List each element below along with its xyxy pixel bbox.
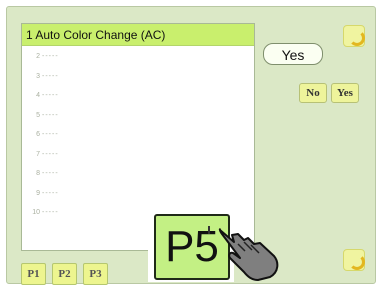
tab-p3[interactable]: P3 xyxy=(83,263,108,285)
row-number: 6 xyxy=(36,131,40,139)
pattern-tabs: P1 P2 P3 xyxy=(21,263,114,285)
row-dashes: ----- xyxy=(42,111,59,119)
list-row[interactable]: 3 ----- xyxy=(30,67,246,87)
list-rows: 2 ----- 3 ----- 4 ----- 5 ----- 6 ----- … xyxy=(30,47,246,223)
list-row[interactable]: 6 ----- xyxy=(30,125,246,145)
list-row[interactable]: 7 ----- xyxy=(30,145,246,165)
row-number: 7 xyxy=(36,150,40,158)
row-dashes: ----- xyxy=(42,92,59,100)
list-row[interactable]: 5 ----- xyxy=(30,106,246,126)
p5-notch xyxy=(208,226,210,234)
list-row[interactable]: 2 ----- xyxy=(30,47,246,67)
tab-p5-label: P5 xyxy=(165,222,219,271)
row-dashes: ----- xyxy=(42,150,59,158)
list-title: 1 Auto Color Change (AC) xyxy=(22,24,254,46)
row-dashes: ----- xyxy=(42,53,59,61)
return-icon[interactable] xyxy=(343,249,365,271)
row-number: 8 xyxy=(36,170,40,178)
row-dashes: ----- xyxy=(42,170,59,178)
row-dashes: ----- xyxy=(42,131,59,139)
no-button[interactable]: No xyxy=(299,83,327,103)
row-dashes: ----- xyxy=(42,189,59,197)
tab-p1[interactable]: P1 xyxy=(21,263,46,285)
list-row[interactable]: 8 ----- xyxy=(30,164,246,184)
row-number: 2 xyxy=(36,53,40,61)
list-row[interactable]: 4 ----- xyxy=(30,86,246,106)
row-dashes: ----- xyxy=(42,72,59,80)
tab-p2[interactable]: P2 xyxy=(52,263,77,285)
yes-small-button[interactable]: Yes xyxy=(331,83,359,103)
list-row[interactable]: 9 ----- xyxy=(30,184,246,204)
hand-pointer-icon xyxy=(218,228,279,281)
row-number: 5 xyxy=(36,111,40,119)
row-number: 3 xyxy=(36,72,40,80)
undo-icon[interactable] xyxy=(343,25,365,47)
row-dashes: ----- xyxy=(42,209,59,217)
row-number: 4 xyxy=(36,92,40,100)
yes-button[interactable]: Yes xyxy=(263,43,323,65)
row-number: 9 xyxy=(36,189,40,197)
row-number: 10 xyxy=(32,209,40,217)
